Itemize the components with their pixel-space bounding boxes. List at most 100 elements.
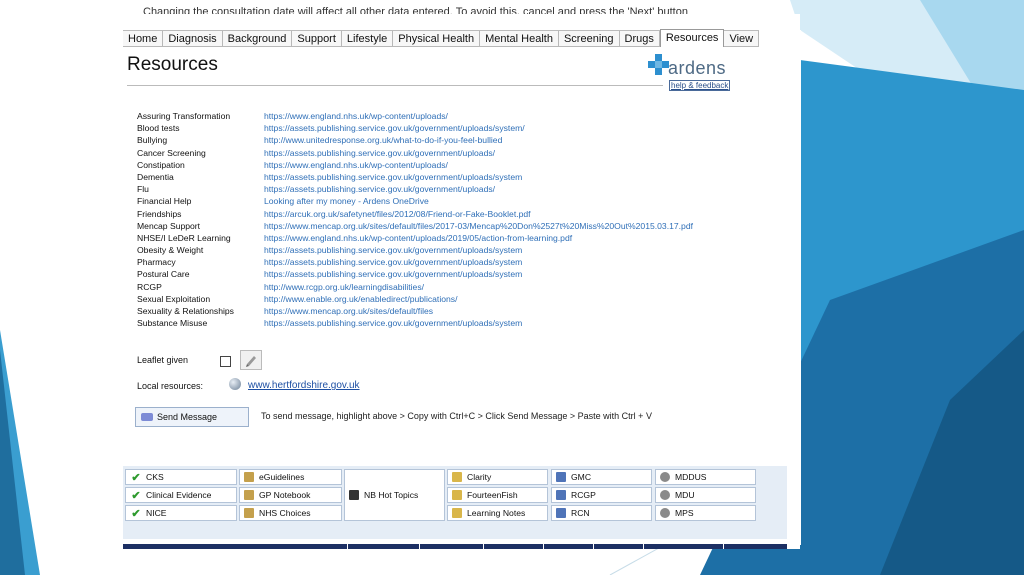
resource-name: RCGP (137, 281, 162, 292)
resource-row: Pharmacy https://assets.publishing.servic… (137, 256, 693, 268)
local-resources-label: Local resources: (137, 381, 204, 391)
tab-home[interactable]: Home (123, 31, 164, 47)
tab-mental-health[interactable]: Mental Health (480, 31, 559, 47)
tab-drugs[interactable]: Drugs (619, 31, 660, 47)
key-icon (660, 490, 670, 500)
reference-link-clinical-evidence[interactable]: ✔ Clinical Evidence (125, 487, 237, 503)
resource-link[interactable]: https://www.england.nhs.uk/wp-content/up… (264, 232, 572, 244)
resource-link[interactable]: https://www.mencap.org.uk/sites/default/… (264, 220, 693, 232)
tab-screening[interactable]: Screening (558, 31, 620, 47)
resource-name: Dementia (137, 171, 174, 182)
resource-row: RCGP http://www.rcgp.org.uk/learningdisab… (137, 281, 693, 293)
title-divider (127, 85, 663, 86)
tab-diagnosis[interactable]: Diagnosis (163, 31, 223, 47)
reference-link-cks[interactable]: ✔ CKS (125, 469, 237, 485)
resource-row: Financial Help Looking after my money - A… (137, 195, 693, 207)
resource-row: Mencap Support https://www.mencap.org.uk/… (137, 220, 693, 232)
reference-link-nb-hot-topics[interactable]: NB Hot Topics (344, 469, 445, 521)
resource-link[interactable]: https://assets.publishing.service.gov.uk… (264, 122, 525, 134)
resource-row: Dementia https://assets.publishing.servic… (137, 171, 693, 183)
resource-link[interactable]: Looking after my money - Ardens OneDrive (264, 195, 429, 207)
ardens-logo-text: ardens (668, 58, 727, 78)
resource-row: Blood tests https://assets.publishing.ser… (137, 122, 693, 134)
reference-link-label: FourteenFish (467, 490, 518, 500)
reference-link-label: GMC (571, 472, 592, 482)
resource-link[interactable]: https://assets.publishing.service.gov.uk… (264, 268, 522, 280)
send-message-button[interactable]: Send Message (135, 407, 249, 427)
resource-link[interactable]: https://assets.publishing.service.gov.uk… (264, 256, 522, 268)
reference-links-panel: ✔ CKS ✔ Clinical Evidence ✔ NICE eGuidelines GP… (123, 466, 787, 539)
resource-link[interactable]: https://assets.publishing.service.gov.uk… (264, 244, 522, 256)
resource-row: Constipation https://www.england.nhs.uk/w… (137, 159, 693, 171)
help-feedback-link[interactable]: help & feedback (669, 80, 731, 91)
tab-resources[interactable]: Resources (659, 29, 725, 47)
register-icon (556, 508, 566, 518)
send-message-hint: To send message, highlight above > Copy … (261, 411, 652, 421)
reference-link-fourteenfish[interactable]: FourteenFish (447, 487, 548, 503)
notebook-icon (452, 472, 462, 482)
tab-lifestyle[interactable]: Lifestyle (341, 31, 394, 47)
resource-name: Flu (137, 184, 149, 195)
reference-link-gp-notebook[interactable]: GP Notebook (239, 487, 342, 503)
reference-link-nhs-choices[interactable]: NHS Choices (239, 505, 342, 521)
reference-link-mddus[interactable]: MDDUS (655, 469, 756, 485)
resource-link[interactable]: https://assets.publishing.service.gov.uk… (264, 183, 495, 195)
reference-link-label: RCN (571, 508, 590, 518)
resource-name: Constipation (137, 159, 185, 170)
resource-name: Mencap Support (137, 220, 201, 231)
reference-link-label: RCGP (571, 490, 596, 500)
leaflet-given-checkbox[interactable] (220, 356, 231, 367)
reference-link-label: NB Hot Topics (364, 490, 419, 500)
tab-support[interactable]: Support (292, 31, 342, 47)
resource-row: Sexuality & Relationships https://www.men… (137, 305, 693, 317)
tab-background[interactable]: Background (222, 31, 293, 47)
resource-name: Financial Help (137, 196, 192, 207)
reference-link-mps[interactable]: MPS (655, 505, 756, 521)
resource-link[interactable]: https://assets.publishing.service.gov.uk… (264, 317, 522, 329)
ardens-logo-icon (648, 54, 669, 75)
resource-link[interactable]: http://www.enable.org.uk/enabledirect/pu… (264, 293, 457, 305)
local-resources-link[interactable]: www.hertfordshire.gov.uk (248, 380, 360, 391)
reference-link-mdu[interactable]: MDU (655, 487, 756, 503)
resource-row: Sexual Exploitation http://www.enable.org… (137, 293, 693, 305)
key-icon (660, 472, 670, 482)
leaflet-given-label: Leaflet given (137, 355, 189, 365)
resource-link[interactable]: https://www.mencap.org.uk/sites/default/… (264, 305, 433, 317)
resource-link[interactable]: http://www.rcgp.org.uk/learningdisabilit… (264, 281, 424, 293)
resource-link[interactable]: https://assets.publishing.service.gov.uk… (264, 147, 495, 159)
reference-link-learning-notes[interactable]: Learning Notes (447, 505, 548, 521)
reference-link-clarity[interactable]: Clarity (447, 469, 548, 485)
reference-link-eguidelines[interactable]: eGuidelines (239, 469, 342, 485)
resource-name: Substance Misuse (137, 318, 208, 329)
page-title: Resources (127, 54, 218, 75)
resource-link[interactable]: https://arcuk.org.uk/safetynet/files/201… (264, 208, 531, 220)
tab-physical-health[interactable]: Physical Health (393, 31, 481, 47)
message-icon (141, 413, 153, 421)
notebook-icon (452, 490, 462, 500)
book-icon (244, 490, 254, 500)
reference-link-rcn[interactable]: RCN (551, 505, 652, 521)
resource-name: Postural Care (137, 269, 190, 280)
resource-link[interactable]: https://assets.publishing.service.gov.uk… (264, 171, 522, 183)
book-icon (244, 472, 254, 482)
resource-name: NHSE/I LeDeR Learning (137, 232, 231, 243)
leaflet-edit-button[interactable] (240, 350, 262, 370)
reference-link-label: MDDUS (675, 472, 707, 482)
reference-link-label: Learning Notes (467, 508, 526, 518)
reference-link-label: eGuidelines (259, 472, 305, 482)
resource-name: Sexual Exploitation (137, 293, 211, 304)
reference-link-gmc[interactable]: GMC (551, 469, 652, 485)
reference-link-nice[interactable]: ✔ NICE (125, 505, 237, 521)
resource-link[interactable]: https://www.england.nhs.uk/wp-content/up… (264, 110, 448, 122)
reference-link-label: Clarity (467, 472, 492, 482)
resource-link[interactable]: http://www.unitedresponse.org.uk/what-to… (264, 134, 502, 146)
reference-link-label: MPS (675, 508, 694, 518)
resource-row: Substance Misuse https://assets.publishin… (137, 317, 693, 329)
resource-row: Flu https://assets.publishing.service.gov… (137, 183, 693, 195)
resource-row: NHSE/I LeDeR Learning https://www.england… (137, 232, 693, 244)
resource-link[interactable]: https://www.england.nhs.uk/wp-content/up… (264, 159, 448, 171)
reference-link-rcgp[interactable]: RCGP (551, 487, 652, 503)
tab-view[interactable]: View (724, 31, 760, 47)
reference-link-label: CKS (146, 472, 164, 482)
pencil-icon (246, 356, 256, 367)
